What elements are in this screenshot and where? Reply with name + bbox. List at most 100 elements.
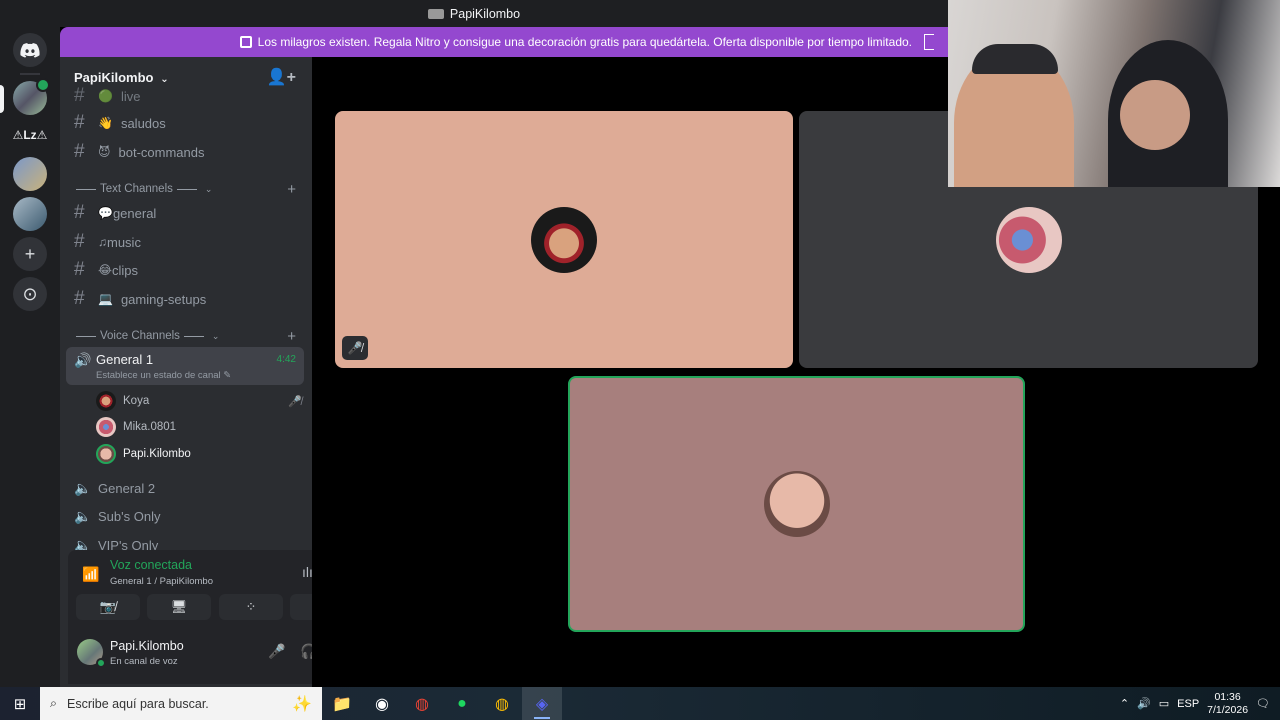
discord-taskbar-icon[interactable]: ◈ — [522, 687, 562, 720]
screen-share-button[interactable]: 🖥 — [147, 594, 211, 620]
speaker-icon: 🔈 — [74, 479, 92, 496]
face — [1120, 80, 1190, 150]
discord-logo-icon — [20, 42, 40, 58]
hash-icon: # — [74, 259, 85, 280]
noise-suppression-icon[interactable]: ılı — [302, 564, 312, 580]
channel-live[interactable]: # 🟢 live — [74, 84, 140, 108]
system-tray: ⌃ 🔊 ▭ ESP 01:36 7/1/2026 🗨 — [1120, 691, 1280, 717]
file-explorer-icon[interactable]: 📁 — [322, 687, 362, 720]
speaker-icon: 🔈 — [74, 507, 92, 524]
banner-close-button[interactable] — [924, 34, 934, 50]
user-avatar — [531, 206, 597, 273]
channel-general[interactable]: # 💬 general — [74, 201, 156, 225]
channel-clips[interactable]: # 😂 clips — [74, 258, 138, 282]
category-voice-channels[interactable]: Voice Channels ⌄ + — [72, 327, 300, 345]
user-avatar — [995, 206, 1062, 273]
voice-user-mika[interactable]: Mika.0801 — [96, 415, 302, 439]
title-bar: PapiKilombo — [0, 0, 948, 27]
add-server-icon[interactable]: + — [13, 237, 47, 271]
nitro-banner: Los milagros existen. Regala Nitro y con… — [60, 27, 948, 57]
meet-now-icon[interactable]: ▭ — [1159, 697, 1169, 710]
voice-channel-general-1[interactable]: 🔊 General 1 4:42 Establece un estado de … — [66, 347, 304, 385]
soundboard-button[interactable]: 🔔 — [290, 594, 312, 620]
input-language[interactable]: ESP — [1177, 698, 1199, 710]
discord-home-icon[interactable] — [13, 33, 47, 67]
category-text-channels[interactable]: Text Channels ⌄ + — [72, 180, 300, 198]
voice-location[interactable]: General 1 / PapiKilombo — [110, 576, 213, 587]
hash-icon: # — [74, 141, 85, 162]
channel-bot-commands[interactable]: # 😈 bot-commands — [74, 140, 205, 164]
chevron-down-icon: ⌄ — [157, 73, 169, 85]
voice-channel-subs-only[interactable]: 🔈 Sub's Only — [74, 504, 160, 528]
video-tile-koya[interactable]: 🎤̸ — [335, 111, 793, 368]
channel-status-hint[interactable]: Establece un estado de canal ✎ — [96, 370, 231, 381]
voice-connected-panel: 📶 Voz conectada General 1 / PapiKilombo … — [68, 550, 312, 684]
add-channel-icon[interactable]: + — [287, 328, 296, 345]
avatar — [96, 417, 116, 437]
chrome-profile-icon[interactable]: ◍ — [402, 687, 442, 720]
rail-separator — [20, 73, 40, 75]
obs-icon[interactable]: ◉ — [362, 687, 402, 720]
user-area: Papi.Kilombo En canal de voz 🎤 🎧 ⚙ — [68, 630, 312, 684]
avatar — [96, 391, 116, 411]
user-status: En canal de voz — [110, 656, 178, 667]
hash-icon: # — [74, 202, 85, 223]
voice-user-koya[interactable]: Koya 🎤̸ — [96, 389, 302, 413]
selected-server-indicator — [0, 85, 4, 113]
cap — [972, 44, 1058, 74]
activities-button[interactable]: ⁘ — [219, 594, 283, 620]
server-icon — [427, 8, 444, 19]
online-status-dot — [96, 658, 106, 668]
hash-icon: # — [74, 231, 85, 252]
channel-saludos[interactable]: # 👋 saludos — [74, 111, 166, 135]
voice-timer: 4:42 — [276, 354, 296, 365]
muted-mic-icon: 🎤̸ — [342, 336, 368, 360]
divider — [76, 188, 96, 190]
taskbar-search[interactable]: ⌕ Escribe aquí para buscar. ✨ — [40, 687, 322, 720]
server-4[interactable] — [13, 197, 47, 231]
window-title: PapiKilombo — [427, 7, 520, 21]
chevron-down-icon: ⌄ — [211, 330, 220, 341]
microphone-icon[interactable]: 🎤 — [268, 643, 285, 660]
user-name[interactable]: Papi.Kilombo — [110, 639, 184, 653]
voice-channel-general-2[interactable]: 🔈 General 2 — [74, 476, 155, 500]
camera-off-icon: 📷̸ — [99, 599, 117, 614]
channel-music[interactable]: # ♫ music — [74, 230, 141, 254]
notification-badge — [36, 78, 50, 92]
channel-gaming-setups[interactable]: # 💻 gaming-setups — [74, 287, 206, 311]
server-papikilombo[interactable] — [13, 78, 50, 115]
headphones-icon[interactable]: 🎧 — [300, 643, 312, 660]
channel-sidebar: PapiKilombo ⌄ 👤+ # 🟢 live # 👋 saludos # … — [60, 57, 312, 687]
user-avatar — [763, 471, 830, 537]
chevron-up-icon[interactable]: ⌃ — [1120, 697, 1129, 710]
discover-icon[interactable]: ⊙ — [13, 277, 47, 311]
server-name: PapiKilombo — [74, 69, 154, 85]
voice-status[interactable]: Voz conectada — [110, 558, 192, 572]
notifications-icon[interactable]: 🗨 — [1256, 697, 1270, 710]
chrome-icon[interactable]: ◍ — [482, 687, 522, 720]
camera-off-button[interactable]: 📷̸ — [76, 594, 140, 620]
windows-start-icon[interactable]: ⊞ — [0, 687, 40, 720]
hash-icon: # — [74, 288, 85, 309]
server-3[interactable] — [13, 157, 47, 191]
server-rail: ⚠Lz⚠ + ⊙ — [0, 27, 60, 687]
muted-mic-icon: 🎤̸ — [288, 395, 302, 408]
speaker-icon: 🔊 — [74, 352, 92, 368]
invite-people-icon[interactable]: 👤+ — [267, 67, 296, 87]
video-tile-papi-kilombo[interactable] — [568, 376, 1025, 632]
signal-icon[interactable]: 📶 — [82, 566, 99, 583]
spotify-icon[interactable]: ● — [442, 687, 482, 720]
sparkle-icon: ✨ — [292, 695, 312, 713]
screen-share-icon: 🖥 — [170, 599, 188, 614]
hash-icon: # — [74, 112, 85, 133]
add-channel-icon[interactable]: + — [287, 181, 296, 198]
server-lz[interactable]: ⚠Lz⚠ — [13, 118, 48, 152]
webcam-overlay — [948, 0, 1280, 187]
chevron-down-icon: ⌄ — [204, 183, 213, 194]
banner-text: Los milagros existen. Regala Nitro y con… — [257, 35, 912, 49]
clock[interactable]: 01:36 7/1/2026 — [1207, 691, 1248, 717]
activities-icon: ⁘ — [245, 599, 257, 614]
voice-user-papi-kilombo[interactable]: Papi.Kilombo — [96, 442, 302, 466]
volume-icon[interactable]: 🔊 — [1137, 697, 1151, 710]
divider — [183, 335, 204, 337]
